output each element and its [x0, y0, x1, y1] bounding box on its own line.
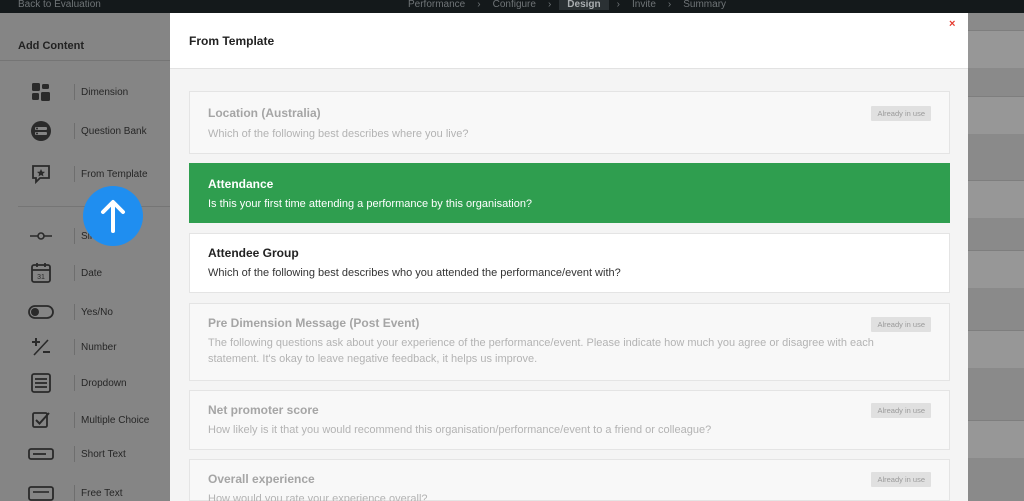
sidebar-item-short-text[interactable]: Short Text: [28, 439, 170, 469]
sidebar-item-dimension[interactable]: Dimension: [28, 77, 170, 107]
slider-icon: [28, 223, 54, 249]
sidebar-item-label: Multiple Choice: [81, 414, 150, 426]
sidebar-title: Add Content: [18, 40, 84, 52]
sidebar-item-label: Date: [81, 267, 103, 279]
step-summary[interactable]: Summary: [679, 0, 730, 10]
sidebar-item-label: Short Text: [81, 448, 126, 460]
template-item-description: The following questions ask about your e…: [208, 337, 874, 365]
chevron-right-icon: ›: [667, 0, 672, 10]
top-bar: Back to Evaluation Performance › Configu…: [0, 0, 1024, 13]
step-configure[interactable]: Configure: [489, 0, 540, 10]
back-to-evaluation-link[interactable]: Back to Evaluation: [18, 0, 101, 10]
sidebar-item-label: Yes/No: [81, 306, 113, 318]
chevron-right-icon: ›: [547, 0, 552, 10]
template-item-title: Location (Australia): [208, 106, 321, 120]
from-template-modal: From Template × Location (Australia) Whi…: [170, 13, 968, 501]
checkbox-icon: [28, 407, 54, 433]
sidebar-item-from-template[interactable]: From Template: [28, 159, 170, 189]
divider: [0, 60, 170, 61]
template-item-description: Is this your first time attending a perf…: [208, 198, 533, 210]
template-item-overall-experience: Overall experience How would you rate yo…: [189, 459, 950, 501]
step-performance[interactable]: Performance: [404, 0, 469, 10]
modal-title: From Template: [189, 34, 275, 48]
already-in-use-badge: Already in use: [871, 472, 931, 487]
sidebar-item-free-text[interactable]: Free Text: [28, 478, 170, 501]
dropdown-list-icon: [28, 370, 54, 396]
sidebar-item-question-bank[interactable]: Question Bank: [28, 116, 170, 146]
svg-text:31: 31: [37, 274, 45, 281]
sidebar-item-yes-no[interactable]: Yes/No: [28, 297, 170, 327]
sidebar-item-multiple-choice[interactable]: Multiple Choice: [28, 405, 170, 435]
add-content-sidebar: Add Content Dimension Question Bank From…: [0, 13, 170, 501]
sidebar-item-label: Dimension: [81, 86, 129, 98]
toggle-icon: [28, 299, 54, 325]
close-icon[interactable]: ×: [949, 18, 955, 30]
already-in-use-badge: Already in use: [871, 106, 931, 121]
sidebar-item-dropdown[interactable]: Dropdown: [28, 368, 170, 398]
already-in-use-badge: Already in use: [871, 403, 931, 418]
sidebar-item-date[interactable]: 31 Date: [28, 258, 170, 288]
template-item-attendance[interactable]: Attendance Is this your first time atten…: [189, 163, 950, 223]
already-in-use-badge: Already in use: [871, 317, 931, 332]
short-text-icon: [28, 441, 54, 467]
template-item-title: Attendee Group: [208, 246, 299, 260]
sidebar-item-label: Number: [81, 341, 117, 353]
free-text-icon: [28, 480, 54, 501]
template-item-attendee-group[interactable]: Attendee Group Which of the following be…: [189, 233, 950, 293]
scroll-up-button[interactable]: [83, 186, 143, 246]
arrow-up-icon: [101, 200, 125, 233]
sidebar-item-number[interactable]: Number: [28, 332, 170, 362]
step-design[interactable]: Design: [559, 0, 609, 10]
dimension-grid-icon: [28, 79, 54, 105]
sidebar-item-label: From Template: [81, 168, 148, 180]
template-item-description: How likely is it that you would recommen…: [208, 424, 712, 436]
template-item-description: Which of the following best describes wh…: [208, 267, 621, 279]
template-item-title: Overall experience: [208, 472, 315, 486]
modal-header: From Template ×: [170, 13, 968, 69]
sidebar-item-label: Free Text: [81, 487, 123, 499]
sidebar-item-label: Question Bank: [81, 125, 147, 137]
wizard-steps: Performance › Configure › Design › Invit…: [404, 0, 730, 10]
template-item-pre-dimension-message: Pre Dimension Message (Post Event) The f…: [189, 303, 950, 381]
chevron-right-icon: ›: [616, 0, 620, 10]
calendar-icon: 31: [28, 260, 54, 286]
template-item-title: Attendance: [208, 177, 274, 191]
question-bank-icon: [28, 118, 54, 144]
template-star-icon: [28, 161, 54, 187]
template-item-title: Net promoter score: [208, 403, 319, 417]
plus-minus-icon: [28, 334, 54, 360]
step-invite[interactable]: Invite: [628, 0, 660, 10]
template-item-description: How would you rate your experience overa…: [208, 493, 428, 501]
template-item-location: Location (Australia) Which of the follow…: [189, 91, 950, 154]
sidebar-item-label: Dropdown: [81, 377, 127, 389]
template-item-net-promoter-score: Net promoter score How likely is it that…: [189, 390, 950, 450]
template-item-title: Pre Dimension Message (Post Event): [208, 316, 420, 330]
chevron-right-icon: ›: [477, 0, 481, 10]
template-item-description: Which of the following best describes wh…: [208, 128, 469, 140]
